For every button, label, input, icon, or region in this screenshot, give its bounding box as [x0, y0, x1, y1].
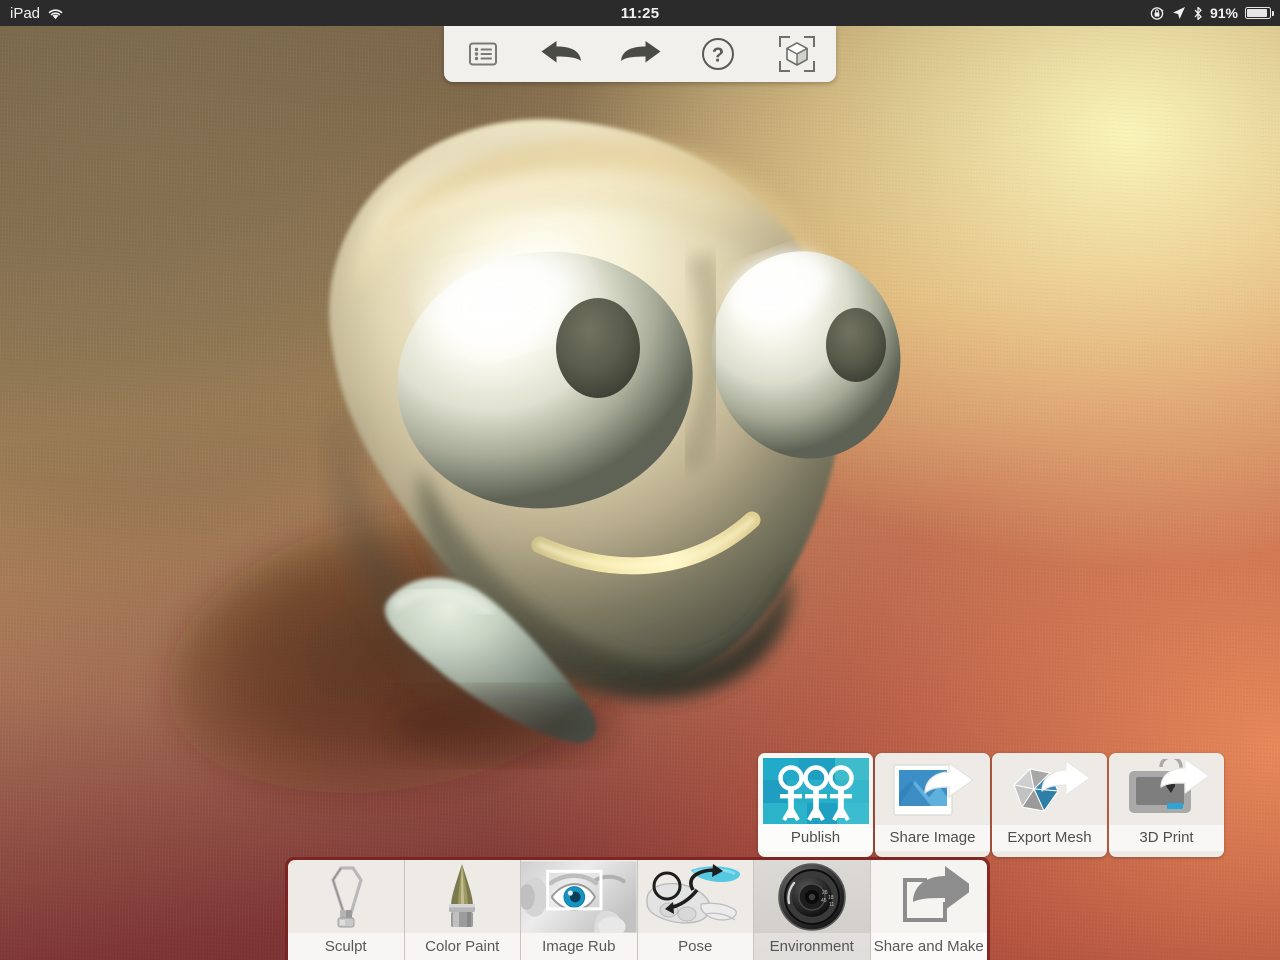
clock-time: 11:25: [621, 5, 660, 22]
tool-tile-color-paint[interactable]: Color Paint: [405, 860, 522, 960]
popup-tile-export-mesh[interactable]: Export Mesh: [992, 753, 1107, 857]
tool-label-share-and-make: Share and Make: [871, 933, 988, 960]
popup-label-share-image: Share Image: [875, 825, 990, 851]
pose-hand-icon: [638, 860, 754, 933]
tool-label-pose: Pose: [638, 933, 754, 960]
tool-tile-image-rub[interactable]: Image Rub: [521, 860, 638, 960]
sculpt-wire-tool-icon: [288, 860, 404, 933]
tool-label-color-paint: Color Paint: [405, 933, 521, 960]
tool-tile-share-and-make[interactable]: Share and Make: [871, 860, 988, 960]
redo-arrow-icon: [617, 39, 663, 69]
cube-frame-icon: [777, 34, 817, 74]
status-bar-clock: 11:25: [0, 0, 1280, 26]
list-icon: [467, 40, 499, 68]
camera-lens-icon: 2818 4511: [754, 860, 870, 933]
tool-label-sculpt: Sculpt: [288, 933, 404, 960]
left-pupil: [556, 298, 640, 398]
svg-text:11: 11: [829, 902, 834, 908]
svg-text:45: 45: [821, 898, 827, 904]
help-button[interactable]: ?: [679, 26, 757, 82]
popup-label-3d-print: 3D Print: [1109, 825, 1224, 851]
undo-arrow-icon: [539, 39, 585, 69]
3d-printer-icon: [1109, 753, 1224, 825]
ios-status-bar: iPad 11:25: [0, 0, 1280, 26]
tool-label-environment: Environment: [754, 933, 870, 960]
tool-label-image-rub: Image Rub: [521, 933, 637, 960]
popup-label-publish: Publish: [758, 825, 873, 851]
popup-tile-publish[interactable]: Publish: [758, 753, 873, 857]
svg-text:18: 18: [828, 895, 834, 901]
projects-list-button[interactable]: [444, 26, 522, 82]
paint-brush-icon: [405, 860, 521, 933]
publish-people-grid-icon: [758, 753, 873, 825]
svg-text:?: ?: [712, 45, 724, 67]
redo-button[interactable]: [601, 26, 679, 82]
popup-label-export-mesh: Export Mesh: [992, 825, 1107, 851]
popup-tile-3d-print[interactable]: 3D Print: [1109, 753, 1224, 857]
tool-tile-pose[interactable]: Pose: [638, 860, 755, 960]
top-toolbar: ?: [444, 26, 836, 82]
right-pupil: [826, 308, 886, 382]
svg-text:28: 28: [822, 890, 828, 896]
export-mesh-icon: [992, 753, 1107, 825]
share-export-arrow-icon: [871, 860, 988, 933]
app-screen: iPad 11:25: [0, 0, 1280, 960]
bottom-tool-bar: Sculpt Color Paint: [285, 857, 990, 960]
undo-button[interactable]: [522, 26, 600, 82]
question-mark-icon: ?: [701, 37, 735, 71]
tool-tile-environment[interactable]: 2818 4511 Environment: [754, 860, 871, 960]
battery-icon: [1245, 7, 1271, 19]
frame-model-button[interactable]: [758, 26, 836, 82]
share-image-icon: [875, 753, 990, 825]
share-and-make-popup: Publish Share Image: [758, 753, 1280, 857]
limb-contact-shadow: [390, 690, 610, 762]
popup-tile-share-image[interactable]: Share Image: [875, 753, 990, 857]
image-rub-eye-icon: [521, 860, 637, 933]
tool-tile-sculpt[interactable]: Sculpt: [288, 860, 405, 960]
